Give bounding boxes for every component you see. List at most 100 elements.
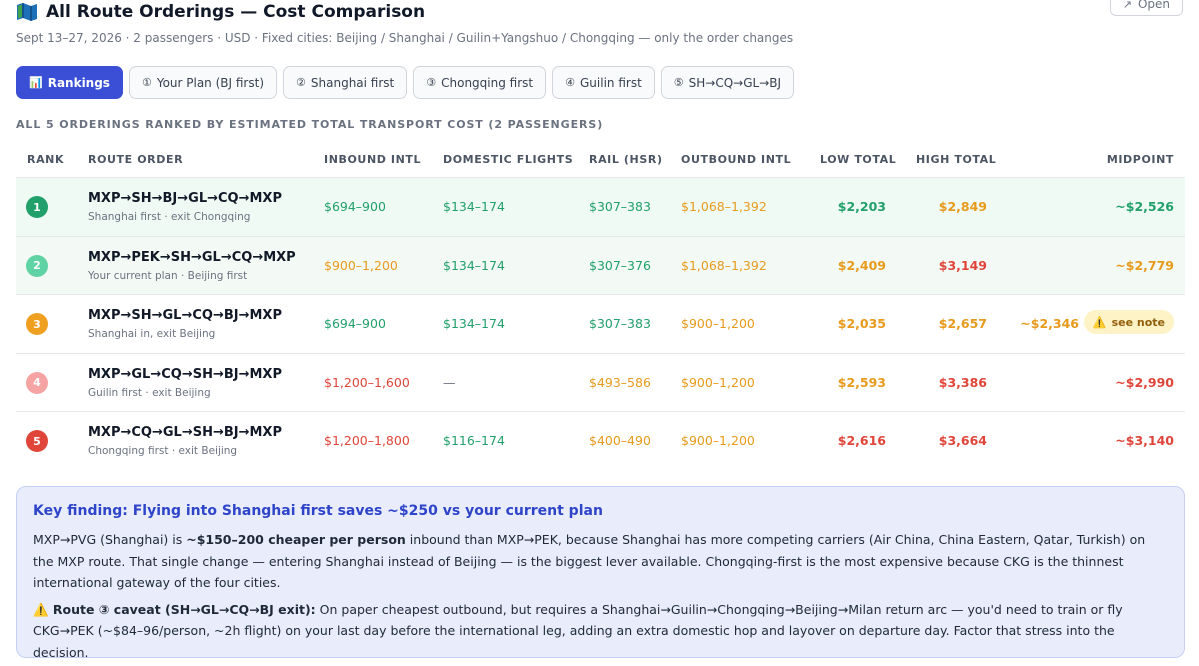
- page-title: All Route Orderings — Cost Comparison: [46, 2, 426, 22]
- route-subtitle: Guilin first · exit Beijing: [88, 386, 211, 399]
- key-finding-panel: Key finding: Flying into Shanghai first …: [16, 486, 1185, 660]
- tab-label: Shanghai first: [310, 75, 395, 90]
- rail-cost: $307–383: [589, 316, 651, 331]
- inbound-cost: $694–900: [324, 316, 386, 331]
- section-label: ALL 5 ORDERINGS RANKED BY ESTIMATED TOTA…: [16, 118, 604, 131]
- route-subtitle: Chongqing first · exit Beijing: [88, 445, 238, 457]
- tab-rankings[interactable]: 📊 Rankings: [16, 66, 123, 99]
- warning-icon: ⚠️: [33, 601, 49, 617]
- col-mid: MIDPOINT: [1106, 153, 1174, 166]
- page-subtitle: Sept 13–27, 2026 · 2 passengers · USD · …: [16, 31, 794, 45]
- bar-chart-icon: 📊: [29, 76, 43, 89]
- finding-text: MXP→PVG (Shanghai) is: [33, 532, 187, 547]
- domestic-cost: $134–174: [443, 257, 505, 273]
- col-high: HIGH TOTAL: [916, 153, 997, 166]
- rank-badge: 4: [26, 371, 48, 394]
- circled-one-icon: ①: [141, 76, 152, 89]
- circled-four-icon: ④: [565, 76, 575, 89]
- tab-guilin-first[interactable]: ④ Guilin first: [552, 66, 655, 99]
- route-order: MXP→GL→CQ→SH→BJ→MXP: [88, 366, 282, 382]
- title-row: All Route Orderings — Cost Comparison: [16, 2, 425, 22]
- tab-label: Rankings: [47, 75, 110, 90]
- route-subtitle: Your current plan · Beijing first: [88, 269, 248, 282]
- route-order: MXP→PEK→SH→GL→CQ→MXP: [88, 249, 296, 265]
- high-total: $3,664: [938, 433, 987, 448]
- rank-badge: 1: [26, 196, 48, 218]
- map-icon: [16, 2, 38, 22]
- tab-your-plan[interactable]: ① Your Plan (BJ first): [128, 66, 278, 99]
- tab-label: SH→CQ→GL→BJ: [688, 75, 782, 90]
- table-row: 4 MXP→GL→CQ→SH→BJ→MXP Guilin first · exi…: [16, 354, 1185, 412]
- outbound-cost: $900–1,200: [681, 374, 755, 390]
- midpoint: ~$2,526: [1115, 199, 1174, 214]
- col-low: LOW TOTAL: [820, 153, 897, 166]
- tab-bar: 📊 Rankings ① Your Plan (BJ first) ② Shan…: [16, 66, 795, 99]
- tab-chongqing-first[interactable]: ③ Chongqing first: [413, 66, 547, 99]
- col-outbound: OUTBOUND INTL: [681, 153, 792, 166]
- finding-highlight: ~$150–200 cheaper per person: [186, 532, 406, 547]
- key-finding-body: MXP→PVG (Shanghai) is ~$150–200 cheaper …: [33, 529, 1168, 594]
- col-domestic: DOMESTIC FLIGHTS: [443, 153, 574, 166]
- low-total: $2,616: [837, 433, 886, 448]
- route-subtitle: Shanghai first · exit Chongqing: [88, 211, 251, 223]
- low-total: $2,035: [837, 316, 886, 331]
- rail-cost: $493–586: [589, 374, 651, 390]
- midpoint: ~$3,140: [1115, 433, 1174, 448]
- circled-two-icon: ②: [296, 76, 306, 89]
- domestic-cost: $116–174: [443, 433, 505, 448]
- rank-badge: 5: [26, 430, 48, 452]
- external-link-icon: ↗: [1122, 0, 1132, 11]
- route-order: MXP→CQ→GL→SH→BJ→MXP: [88, 425, 282, 440]
- inbound-cost: $1,200–1,600: [324, 374, 410, 390]
- domestic-cost: $134–174: [443, 316, 505, 331]
- high-total: $2,657: [938, 316, 987, 331]
- see-note-badge[interactable]: ⚠️ see note: [1083, 310, 1174, 334]
- domestic-cost: $134–174: [443, 199, 505, 214]
- tab-label: Your Plan (BJ first): [156, 75, 265, 90]
- high-total: $3,149: [938, 257, 987, 273]
- key-finding-title: Key finding: Flying into Shanghai first …: [33, 503, 603, 519]
- rank-badge: 3: [26, 313, 48, 335]
- circled-three-icon: ③: [426, 76, 437, 89]
- warning-icon: ⚠️: [1092, 315, 1107, 329]
- inbound-cost: $900–1,200: [324, 257, 398, 273]
- rail-cost: $400–490: [589, 433, 651, 448]
- inbound-cost: $1,200–1,800: [324, 433, 410, 448]
- table-row: 2 MXP→PEK→SH→GL→CQ→MXP Your current plan…: [16, 236, 1185, 295]
- low-total: $2,203: [837, 199, 886, 214]
- route-order: MXP→SH→BJ→GL→CQ→MXP: [88, 191, 282, 206]
- col-route: ROUTE ORDER: [88, 153, 184, 166]
- table-header: RANK ROUTE ORDER INBOUND INTL DOMESTIC F…: [16, 143, 1185, 178]
- route-order: MXP→SH→GL→CQ→BJ→MXP: [88, 308, 282, 323]
- header: All Route Orderings — Cost Comparison Se…: [16, 0, 1183, 50]
- domestic-cost: —: [443, 374, 456, 390]
- route-caveat: ⚠️ Route ③ caveat (SH→GL→CQ→BJ exit): On…: [33, 599, 1168, 664]
- table-row: 1 MXP→SH→BJ→GL→CQ→MXP Shanghai first · e…: [16, 178, 1185, 237]
- midpoint: ~$2,346: [1020, 316, 1079, 331]
- caveat-heading: Route ③ caveat (SH→GL→CQ→BJ exit):: [48, 601, 316, 617]
- outbound-cost: $900–1,200: [681, 433, 755, 448]
- see-note-label: see note: [1111, 315, 1165, 329]
- outbound-cost: $900–1,200: [681, 316, 755, 331]
- low-total: $2,593: [837, 374, 886, 390]
- table-row: 5 MXP→CQ→GL→SH→BJ→MXP Chongqing first · …: [16, 412, 1185, 471]
- high-total: $3,386: [938, 374, 987, 390]
- outbound-cost: $1,068–1,392: [681, 199, 767, 214]
- col-rail: RAIL (HSR): [589, 153, 663, 166]
- route-subtitle: Shanghai in, exit Beijing: [88, 328, 216, 340]
- outbound-cost: $1,068–1,392: [681, 257, 767, 273]
- tab-shanghai-first[interactable]: ② Shanghai first: [283, 66, 408, 99]
- rail-cost: $307–376: [589, 257, 651, 273]
- inbound-cost: $694–900: [324, 199, 386, 214]
- rail-cost: $307–383: [589, 199, 651, 214]
- tab-label: Chongqing first: [441, 75, 534, 90]
- circled-five-icon: ⑤: [673, 76, 684, 89]
- low-total: $2,409: [837, 257, 886, 273]
- midpoint: ~$2,990: [1115, 374, 1174, 390]
- open-button-label: Open: [1137, 0, 1170, 11]
- high-total: $2,849: [938, 199, 987, 214]
- tab-sh-cq-gl-bj[interactable]: ⑤ SH→CQ→GL→BJ: [660, 66, 795, 99]
- col-rank: RANK: [27, 153, 65, 166]
- midpoint: ~$2,779: [1115, 257, 1174, 273]
- open-button[interactable]: ↗ Open: [1109, 0, 1183, 16]
